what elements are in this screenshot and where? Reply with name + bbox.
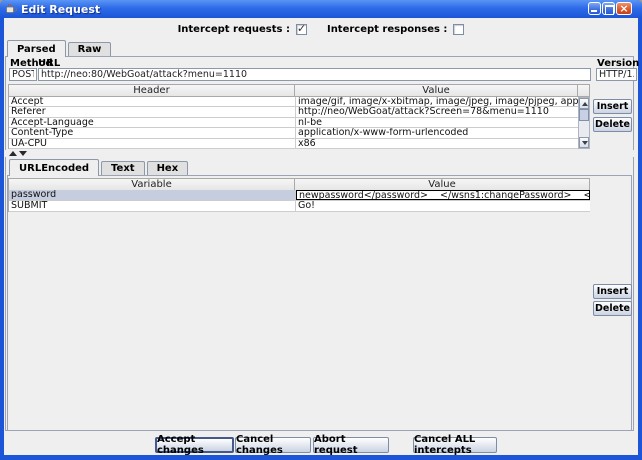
headers-insert-button[interactable]: Insert xyxy=(593,99,632,114)
version-field[interactable] xyxy=(596,68,637,81)
intercept-responses-checkbox[interactable] xyxy=(453,24,464,35)
header-name-cell[interactable]: UA-CPU xyxy=(9,139,296,148)
headers-delete-button[interactable]: Delete xyxy=(593,117,632,132)
scroll-up-icon[interactable] xyxy=(579,98,589,109)
split-collapse-up-icon[interactable] xyxy=(9,151,17,156)
urlencoded-tab-panel xyxy=(7,175,632,431)
params-insert-button[interactable]: Insert xyxy=(593,284,632,299)
body-tabstrip: URLEncoded Text Hex xyxy=(9,158,188,175)
app-coffee-cup-icon xyxy=(5,3,17,15)
param-variable-cell[interactable]: password xyxy=(9,190,296,200)
header-value-cell[interactable]: application/x-www-form-urlencoded xyxy=(296,128,578,137)
headers-table-header: Header Value xyxy=(8,84,590,97)
split-collapse-down-icon[interactable] xyxy=(19,151,27,156)
method-field[interactable] xyxy=(9,68,37,81)
header-row[interactable]: Accept image/gif, image/x-xbitmap, image… xyxy=(9,97,578,107)
value-column-header[interactable]: Value xyxy=(295,84,578,97)
header-value-cell[interactable]: image/gif, image/x-xbitmap, image/jpeg, … xyxy=(296,97,578,106)
header-filler-cell xyxy=(578,84,590,97)
header-value-cell[interactable]: x86 xyxy=(296,139,578,148)
close-button[interactable]: × xyxy=(616,2,632,15)
maximize-button[interactable] xyxy=(602,2,615,15)
header-row[interactable]: Accept-Language nl-be xyxy=(9,118,578,128)
params-delete-button[interactable]: Delete xyxy=(593,301,632,316)
tab-urlencoded[interactable]: URLEncoded xyxy=(9,159,99,176)
accept-changes-button[interactable]: Accept changes xyxy=(155,437,234,453)
param-value-cell[interactable]: newpassword</password> </wsns1:changePas… xyxy=(296,190,590,200)
header-column-header[interactable]: Header xyxy=(8,84,295,97)
tab-raw[interactable]: Raw xyxy=(68,42,112,56)
header-row[interactable]: UA-CPU x86 xyxy=(9,139,578,149)
intercept-requests-checkbox[interactable]: ✓ xyxy=(296,24,307,35)
headers-scrollbar[interactable] xyxy=(578,97,590,149)
params-table-body: password newpassword</password> </wsns1:… xyxy=(8,190,590,212)
param-row[interactable]: password newpassword</password> </wsns1:… xyxy=(9,190,590,201)
headers-table-body: Accept image/gif, image/x-xbitmap, image… xyxy=(8,97,578,149)
header-name-cell[interactable]: Accept-Language xyxy=(9,118,296,127)
tab-parsed[interactable]: Parsed xyxy=(7,40,66,57)
header-name-cell[interactable]: Content-Type xyxy=(9,128,296,137)
window-title: Edit Request xyxy=(21,3,100,16)
intercept-toolbar: Intercept requests : ✓ Intercept respons… xyxy=(4,21,638,37)
checkmark-icon: ✓ xyxy=(297,22,306,35)
tab-hex[interactable]: Hex xyxy=(147,161,189,175)
view-tabstrip: Parsed Raw xyxy=(7,39,111,56)
param-variable-cell[interactable]: SUBMIT xyxy=(9,201,296,211)
scroll-down-icon[interactable] xyxy=(579,137,589,148)
window-content: Intercept requests : ✓ Intercept respons… xyxy=(4,18,638,455)
header-row[interactable]: Content-Type application/x-www-form-urle… xyxy=(9,128,578,138)
header-value-cell[interactable]: http://neo/WebGoat/attack?Screen=78&menu… xyxy=(296,107,578,116)
url-field[interactable] xyxy=(38,68,591,81)
split-divider[interactable] xyxy=(5,150,634,157)
header-name-cell[interactable]: Accept xyxy=(9,97,296,106)
intercept-responses-label: Intercept responses : xyxy=(327,24,447,35)
cancel-all-intercepts-button[interactable]: Cancel ALL intercepts xyxy=(413,437,497,453)
header-row[interactable]: Referer http://neo/WebGoat/attack?Screen… xyxy=(9,107,578,117)
header-name-cell[interactable]: Referer xyxy=(9,107,296,116)
abort-request-button[interactable]: Abort request xyxy=(313,437,389,453)
intercept-requests-label: Intercept requests : xyxy=(178,24,290,35)
cancel-changes-button[interactable]: Cancel changes xyxy=(235,437,311,453)
param-row[interactable]: SUBMIT Go! xyxy=(9,201,590,212)
edit-request-window: Edit Request × Intercept requests : ✓ In… xyxy=(0,0,642,460)
header-value-cell[interactable]: nl-be xyxy=(296,118,578,127)
minimize-button[interactable] xyxy=(588,2,601,15)
titlebar[interactable]: Edit Request × xyxy=(0,0,642,18)
scrollbar-thumb[interactable] xyxy=(579,109,589,121)
tab-text[interactable]: Text xyxy=(101,161,145,175)
param-value-cell[interactable]: Go! xyxy=(296,201,590,211)
